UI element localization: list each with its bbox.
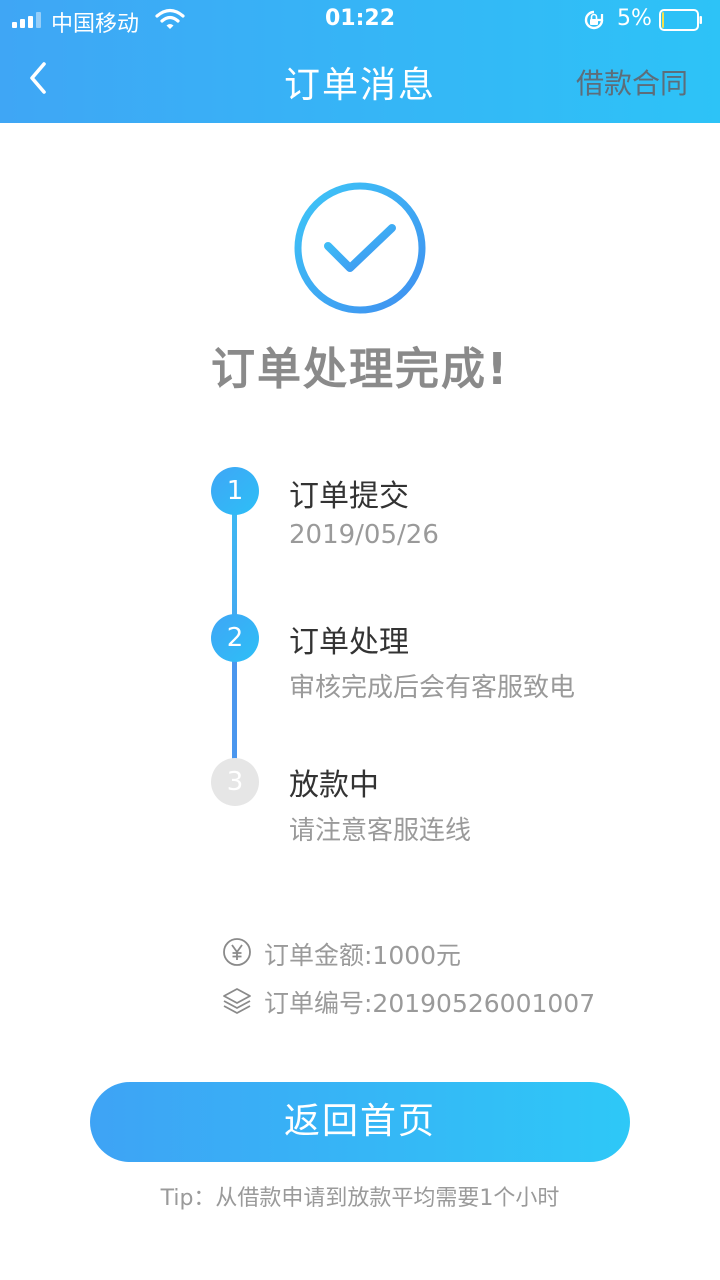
order-amount: 订单金额:1000元: [264, 941, 462, 970]
step-subtitle: 2019/05/26: [289, 520, 439, 550]
loan-contract-link[interactable]: 借款合同: [576, 62, 688, 102]
yen-icon: [223, 938, 251, 966]
step-number: 2: [211, 614, 259, 662]
layers-icon: [223, 988, 251, 1014]
success-check-icon: [294, 182, 426, 314]
order-number: 订单编号:20190526001007: [264, 989, 596, 1018]
return-home-button[interactable]: 返回首页: [90, 1082, 630, 1162]
progress-line: [232, 658, 237, 770]
top-bar: 中国移动 01:22 5% 订单消息 借款合同: [0, 0, 720, 123]
step-title: 放款中: [289, 768, 379, 803]
battery-percent: 5%: [617, 6, 652, 31]
status-time: 01:22: [324, 6, 396, 31]
step-subtitle: 审核完成后会有客服致电: [289, 673, 576, 703]
result-headline: 订单处理完成!: [210, 344, 510, 395]
battery-icon: [659, 9, 702, 31]
step-number: 1: [211, 467, 259, 515]
step-number: 3: [211, 758, 259, 806]
step-title: 订单提交: [289, 479, 409, 514]
status-bar: 中国移动 01:22 5%: [0, 0, 720, 40]
lock-rotation-icon: [584, 10, 604, 30]
step-subtitle: 请注意客服连线: [289, 816, 472, 846]
tip-text: Tip：从借款申请到放款平均需要1个小时: [160, 1186, 560, 1211]
step-title: 订单处理: [289, 625, 409, 660]
